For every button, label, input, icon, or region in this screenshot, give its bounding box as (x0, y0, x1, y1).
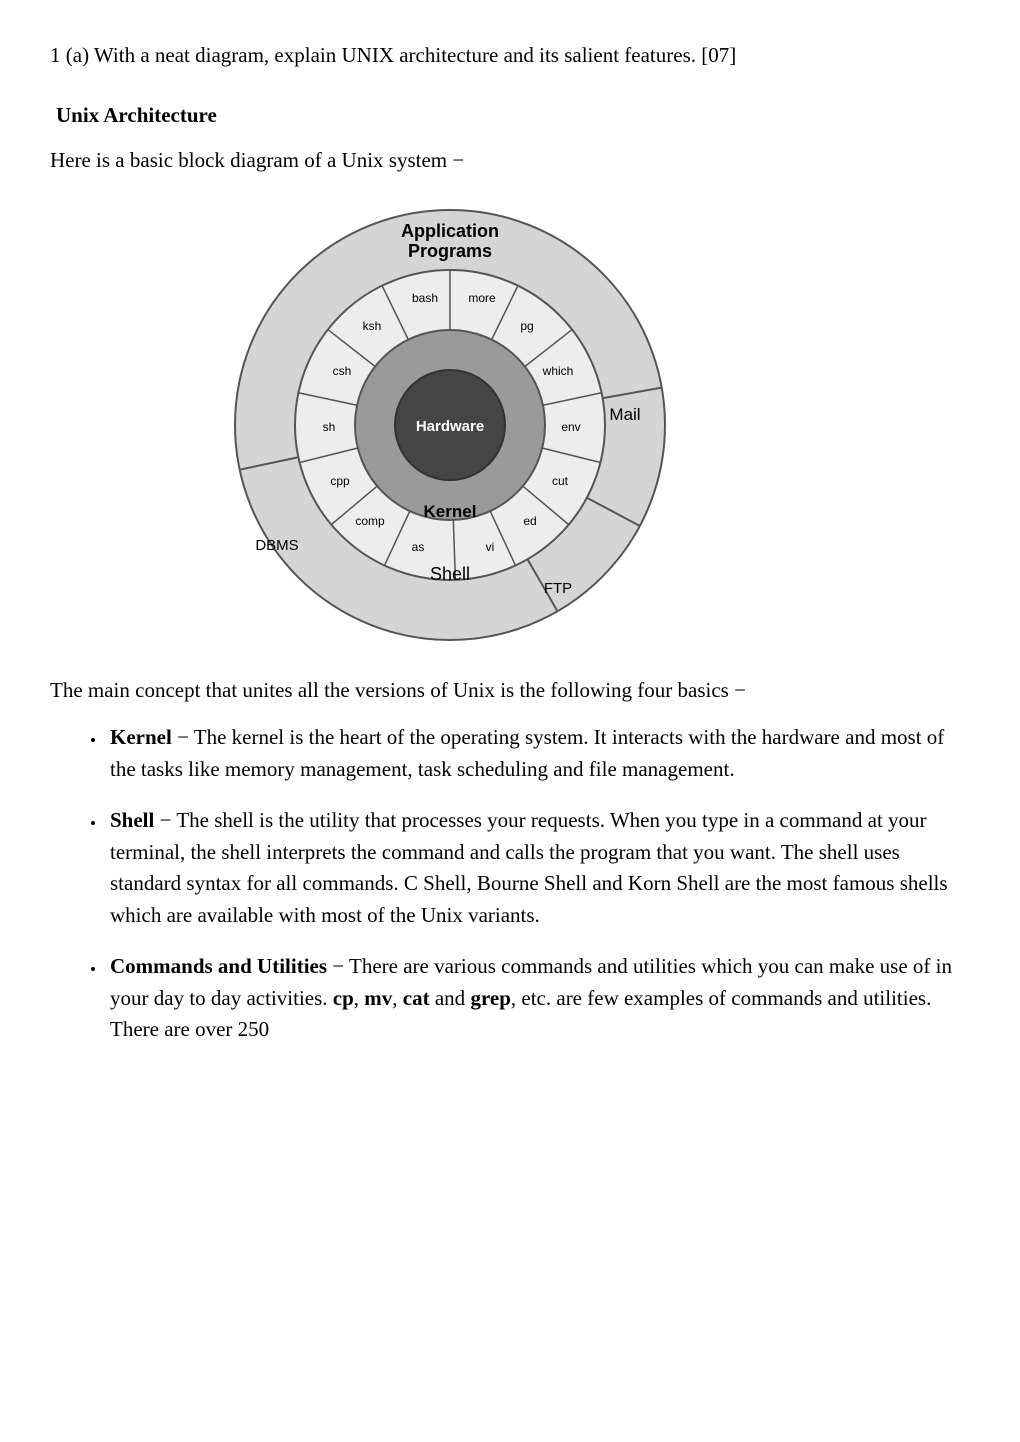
label-sh: sh (323, 420, 336, 434)
cmd-sep2: , (392, 986, 403, 1010)
label-env: env (561, 420, 580, 434)
label-comp: comp (355, 514, 385, 528)
label-application: Application (401, 221, 499, 241)
label-cut: cut (552, 474, 569, 488)
label-programs: Programs (408, 241, 492, 261)
label-ftp: FTP (544, 580, 572, 597)
label-which: which (542, 364, 574, 378)
diagram-svg: Application Programs Mail DBMS FTP bash … (220, 195, 680, 655)
shell-text: − The shell is the utility that processe… (110, 808, 948, 927)
cmd-cp: cp (333, 986, 354, 1010)
unix-architecture-diagram: Application Programs Mail DBMS FTP bash … (0, 195, 970, 655)
intro-text: Here is a basic block diagram of a Unix … (50, 145, 970, 177)
basics-list: Kernel − The kernel is the heart of the … (50, 722, 970, 1046)
list-item-kernel: Kernel − The kernel is the heart of the … (106, 722, 970, 785)
question-text: 1 (a) With a neat diagram, explain UNIX … (50, 40, 970, 72)
label-more: more (468, 291, 496, 305)
cmd-sep1: , (354, 986, 365, 1010)
label-ed: ed (523, 514, 536, 528)
label-ksh: ksh (363, 319, 382, 333)
list-item-commands: Commands and Utilities − There are vario… (106, 951, 970, 1046)
label-vi: vi (486, 540, 495, 554)
label-shell-ring: Shell (430, 564, 470, 584)
label-hardware: Hardware (416, 418, 484, 435)
label-kernel-ring: Kernel (424, 502, 477, 521)
label-pg: pg (520, 319, 533, 333)
label-mail: Mail (609, 405, 640, 424)
label-as: as (412, 540, 425, 554)
label-csh: csh (333, 364, 352, 378)
cmd-cat: cat (403, 986, 430, 1010)
main-concept-text: The main concept that unites all the ver… (50, 675, 970, 707)
kernel-label: Kernel (110, 725, 172, 749)
list-item-shell: Shell − The shell is the utility that pr… (106, 805, 970, 931)
cmd-grep: grep (470, 986, 510, 1010)
label-dbms: DBMS (255, 537, 298, 554)
cmd-text2: and (430, 986, 471, 1010)
shell-label: Shell (110, 808, 154, 832)
cmd-label: Commands and Utilities (110, 954, 327, 978)
cmd-mv: mv (364, 986, 392, 1010)
label-bash: bash (412, 291, 438, 305)
kernel-text: − The kernel is the heart of the operati… (110, 725, 944, 781)
section-title: Unix Architecture (56, 100, 970, 132)
label-cpp: cpp (330, 474, 350, 488)
